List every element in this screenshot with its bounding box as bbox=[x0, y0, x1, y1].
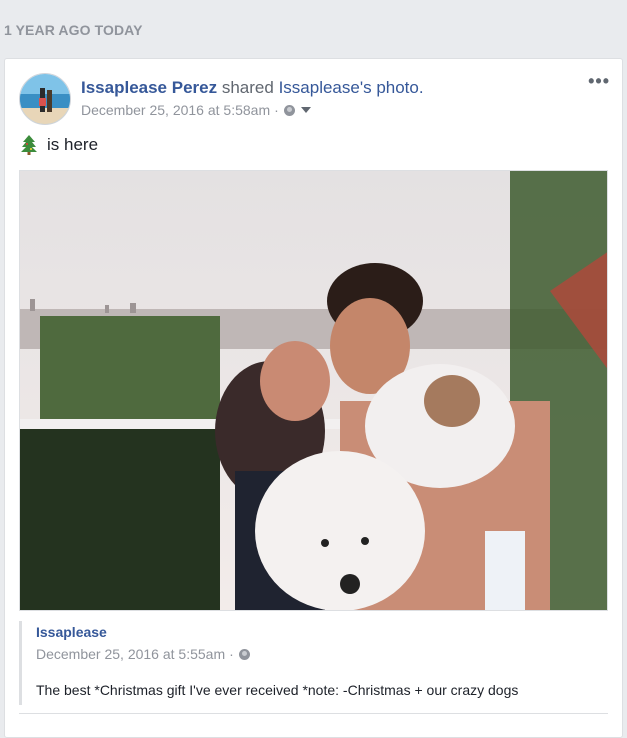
status-line: is here bbox=[21, 135, 98, 155]
shared-author-link[interactable]: Issaplease bbox=[36, 624, 608, 640]
shared-timestamp[interactable]: December 25, 2016 at 5:55am bbox=[36, 646, 225, 662]
status-text: is here bbox=[47, 135, 99, 154]
post-timestamp[interactable]: December 25, 2016 at 5:58am bbox=[81, 102, 270, 118]
post-meta: December 25, 2016 at 5:58am · bbox=[81, 102, 311, 118]
shared-separator: · bbox=[229, 646, 234, 662]
object-link[interactable]: 's photo. bbox=[360, 78, 424, 97]
shared-meta: December 25, 2016 at 5:55am · bbox=[36, 646, 608, 662]
action-text: shared bbox=[221, 78, 274, 97]
globe-icon bbox=[238, 648, 250, 660]
shared-caption: The best *Christmas gift I've ever recei… bbox=[36, 682, 519, 698]
author-link[interactable]: Issaplease Perez bbox=[81, 78, 217, 97]
post-card: Issaplease Perez shared Issaplease's pho… bbox=[4, 58, 623, 738]
globe-icon bbox=[283, 104, 295, 116]
original-owner-link[interactable]: Issaplease bbox=[279, 78, 360, 97]
meta-separator: · bbox=[274, 102, 279, 118]
post-title: Issaplease Perez shared Issaplease's pho… bbox=[81, 78, 424, 98]
more-options-button[interactable]: ••• bbox=[588, 71, 610, 92]
memory-header: 1 YEAR AGO TODAY bbox=[4, 22, 143, 38]
chevron-down-icon[interactable] bbox=[300, 107, 311, 113]
shared-post: Issaplease December 25, 2016 at 5:55am ·… bbox=[19, 621, 608, 705]
avatar[interactable] bbox=[19, 73, 71, 125]
divider bbox=[19, 713, 608, 714]
post-photo[interactable] bbox=[19, 170, 608, 611]
christmas-tree-icon bbox=[21, 135, 37, 155]
